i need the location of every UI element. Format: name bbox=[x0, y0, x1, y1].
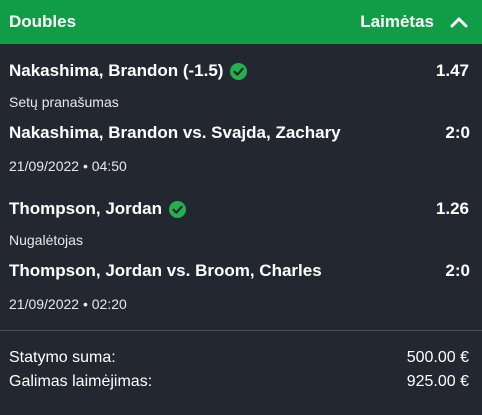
bet-list: Nakashima, Brandon (-1.5) 1.47 Setų pran… bbox=[0, 44, 482, 330]
bet-item: Thompson, Jordan 1.26 Nugalėtojas Thomps… bbox=[9, 184, 473, 330]
check-circle-icon bbox=[230, 62, 248, 80]
selection: Thompson, Jordan bbox=[9, 199, 186, 219]
selection-name: Thompson, Jordan bbox=[9, 199, 162, 218]
bet-status: Laimėtas bbox=[360, 12, 434, 31]
event-name: Nakashima, Brandon vs. Svajda, Zachary bbox=[9, 123, 341, 142]
bet-item: Nakashima, Brandon (-1.5) 1.47 Setų pran… bbox=[9, 44, 473, 184]
selection-name: Nakashima, Brandon (-1.5) bbox=[9, 61, 224, 80]
check-circle-icon bbox=[169, 200, 186, 218]
market-name: Nugalėtojas bbox=[9, 232, 83, 248]
odds: 1.47 bbox=[435, 61, 469, 80]
chevron-up-icon[interactable] bbox=[450, 16, 468, 28]
winnings-label: Galimas laimėjimas: bbox=[9, 373, 153, 390]
score: 2:0 bbox=[445, 261, 470, 280]
market-name: Setų pranašumas bbox=[9, 94, 119, 110]
stake-label: Statymo suma: bbox=[9, 349, 116, 366]
stake-row: Statymo suma: 500.00 € bbox=[9, 346, 469, 370]
bet-type-title: Doubles bbox=[9, 12, 77, 31]
event-datetime: 21/09/2022 • 04:50 bbox=[9, 158, 127, 174]
bet-header[interactable]: Doubles Laimėtas bbox=[0, 0, 482, 44]
odds: 1.26 bbox=[435, 199, 469, 218]
header-right: Laimėtas bbox=[360, 12, 468, 32]
event-datetime: 21/09/2022 • 02:20 bbox=[9, 296, 127, 312]
event-name: Thompson, Jordan vs. Broom, Charles bbox=[9, 261, 322, 280]
bet-slip-card: Doubles Laimėtas Nakashima, Brandon (-1.… bbox=[0, 0, 482, 415]
winnings-row: Galimas laimėjimas: 925.00 € bbox=[9, 370, 469, 394]
selection: Nakashima, Brandon (-1.5) bbox=[9, 61, 248, 81]
stake-value: 500.00 € bbox=[406, 349, 469, 366]
winnings-value: 925.00 € bbox=[406, 373, 469, 390]
bet-summary: Statymo suma: 500.00 € Galimas laimėjima… bbox=[9, 346, 469, 394]
divider bbox=[0, 330, 482, 331]
score: 2:0 bbox=[445, 123, 470, 142]
